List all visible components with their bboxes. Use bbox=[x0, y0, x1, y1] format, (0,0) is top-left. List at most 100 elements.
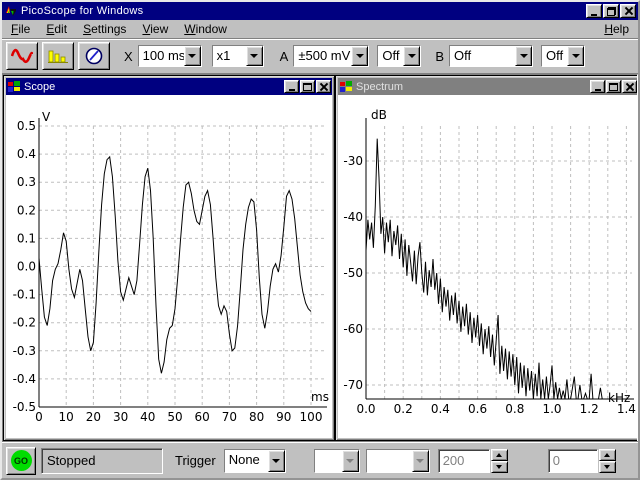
channel-b-mode-dropdown-button[interactable] bbox=[567, 46, 585, 66]
threshold-down-button[interactable] bbox=[490, 460, 508, 473]
scope-minimize-button[interactable] bbox=[284, 80, 299, 93]
scope-view-button[interactable] bbox=[6, 42, 38, 70]
multiplier-combo[interactable]: x1 bbox=[211, 45, 264, 67]
svg-text:70: 70 bbox=[222, 410, 237, 424]
spectrum-title: Spectrum bbox=[356, 80, 404, 93]
channel-a-range-dropdown-button[interactable] bbox=[351, 46, 369, 66]
channel-a-range-combo[interactable]: ±500 mV bbox=[293, 45, 370, 67]
status-box: Stopped bbox=[41, 447, 163, 474]
timebase-combo[interactable]: 100 ms bbox=[137, 45, 202, 67]
spectrum-window: Spectrum -30 -40 -50 -60 -70 0.0 0.2 0.4 0.6 0.8 1… bbox=[335, 75, 637, 441]
multiplier-value: x1 bbox=[212, 46, 246, 66]
channel-b-mode-combo[interactable]: Off bbox=[541, 45, 586, 67]
delay-down-button[interactable] bbox=[598, 460, 616, 473]
channel-a-mode-dropdown-button[interactable] bbox=[403, 46, 421, 66]
meter-dial-icon bbox=[85, 47, 103, 65]
spectrum-view-button[interactable] bbox=[42, 42, 74, 70]
spectrum-maximize-button[interactable] bbox=[606, 80, 621, 93]
channel-a-mode-combo[interactable]: Off bbox=[377, 45, 422, 67]
trigger-direction-combo[interactable] bbox=[365, 448, 430, 473]
scope-title: Scope bbox=[24, 80, 56, 93]
svg-text:-0.5: -0.5 bbox=[13, 400, 36, 414]
timebase-dropdown-button[interactable] bbox=[183, 46, 201, 66]
trigger-direction-dropdown-button[interactable] bbox=[411, 449, 429, 472]
svg-text:40: 40 bbox=[140, 410, 155, 424]
minimize-icon bbox=[591, 13, 597, 16]
trigger-mode-value: None bbox=[224, 449, 268, 472]
svg-text:dB: dB bbox=[371, 108, 387, 122]
menu-edit[interactable]: Edit bbox=[38, 20, 75, 38]
sine-wave-icon bbox=[11, 48, 33, 64]
channel-b-range-dropdown-button[interactable] bbox=[515, 46, 533, 66]
delay-up-button[interactable] bbox=[598, 448, 616, 461]
svg-text:0.1: 0.1 bbox=[17, 231, 36, 245]
maximize-icon bbox=[609, 82, 618, 91]
menu-settings[interactable]: Settings bbox=[75, 20, 134, 38]
trigger-channel-dropdown-button[interactable] bbox=[341, 449, 359, 472]
svg-text:1.0: 1.0 bbox=[542, 402, 561, 416]
minimize-icon bbox=[594, 89, 601, 91]
app-icon bbox=[4, 4, 18, 18]
trigger-channel-combo[interactable] bbox=[313, 448, 360, 473]
main-titlebar[interactable]: PicoScope for Windows bbox=[2, 2, 638, 20]
spectrum-close-button[interactable] bbox=[622, 80, 637, 93]
go-button[interactable]: GO bbox=[6, 446, 36, 475]
scope-maximize-button[interactable] bbox=[300, 80, 315, 93]
svg-text:0.0: 0.0 bbox=[17, 260, 36, 274]
trigger-mode-combo[interactable]: None bbox=[223, 448, 286, 473]
spectrum-titlebar[interactable]: Spectrum bbox=[338, 78, 637, 95]
statusbar: GO Stopped Trigger None 200 0 bbox=[2, 442, 638, 478]
spectrum-plot-area: -30 -40 -50 -60 -70 0.0 0.2 0.4 0.6 0.8 1.0 1.2 1.4 d… bbox=[338, 95, 637, 438]
restore-button[interactable] bbox=[603, 4, 619, 18]
svg-text:0: 0 bbox=[35, 410, 43, 424]
svg-text:10: 10 bbox=[59, 410, 74, 424]
svg-text:0.6: 0.6 bbox=[468, 402, 487, 416]
svg-text:kHz: kHz bbox=[608, 391, 630, 405]
svg-text:1.2: 1.2 bbox=[580, 402, 599, 416]
svg-text:-0.4: -0.4 bbox=[13, 372, 36, 386]
minimize-button[interactable] bbox=[586, 4, 602, 18]
channel-b-range-combo[interactable]: Off bbox=[449, 45, 534, 67]
svg-text:80: 80 bbox=[249, 410, 264, 424]
channel-a-range-value: ±500 mV bbox=[294, 46, 352, 66]
svg-text:0.0: 0.0 bbox=[356, 402, 375, 416]
threshold-up-button[interactable] bbox=[490, 448, 508, 461]
svg-text:0.5: 0.5 bbox=[17, 119, 36, 133]
go-icon: GO bbox=[10, 450, 32, 471]
svg-text:50: 50 bbox=[167, 410, 182, 424]
scope-window: Scope 0.5 0.4 0.3 0.2 0.1 0.0 -0.1 -0.2 -0.3 -0.4… bbox=[3, 75, 335, 441]
threshold-value: 200 bbox=[437, 448, 490, 473]
trigger-delay-spinner[interactable]: 0 bbox=[547, 448, 616, 473]
svg-text:V: V bbox=[42, 110, 51, 124]
chevron-down-icon bbox=[416, 458, 425, 463]
toolbar: X 100 ms x1 A ±500 mV Off B Off Off bbox=[2, 39, 638, 74]
trigger-threshold-spinner[interactable]: 200 bbox=[437, 448, 508, 473]
svg-text:-0.1: -0.1 bbox=[13, 288, 36, 302]
channel-a-mode-value: Off bbox=[378, 46, 404, 66]
menu-window[interactable]: Window bbox=[176, 20, 235, 38]
menu-view[interactable]: View bbox=[134, 20, 176, 38]
spectrum-window-icon bbox=[340, 80, 352, 92]
scope-titlebar[interactable]: Scope bbox=[6, 78, 332, 95]
meter-view-button[interactable] bbox=[78, 42, 110, 70]
chevron-down-icon bbox=[571, 54, 580, 58]
svg-text:-60: -60 bbox=[343, 322, 363, 336]
trigger-dropdown-button[interactable] bbox=[267, 449, 285, 472]
svg-text:90: 90 bbox=[276, 410, 291, 424]
menu-file[interactable]: File bbox=[3, 20, 38, 38]
spectrum-minimize-button[interactable] bbox=[590, 80, 605, 93]
svg-text:-70: -70 bbox=[343, 378, 363, 392]
multiplier-dropdown-button[interactable] bbox=[245, 46, 263, 66]
close-button[interactable] bbox=[620, 4, 636, 18]
bar-chart-icon bbox=[48, 50, 68, 63]
menu-help[interactable]: Help bbox=[596, 20, 637, 38]
scope-close-button[interactable] bbox=[316, 80, 331, 93]
chevron-down-icon bbox=[272, 458, 281, 463]
trigger-channel-value bbox=[314, 449, 342, 472]
scope-chart: 0.5 0.4 0.3 0.2 0.1 0.0 -0.1 -0.2 -0.3 -0.4 -0.50 1… bbox=[13, 110, 329, 424]
timebase-value: 100 ms bbox=[138, 46, 184, 66]
chevron-down-icon bbox=[407, 54, 416, 58]
arrow-down-icon bbox=[604, 464, 611, 469]
chevron-down-icon bbox=[355, 54, 364, 58]
close-icon bbox=[624, 7, 632, 15]
